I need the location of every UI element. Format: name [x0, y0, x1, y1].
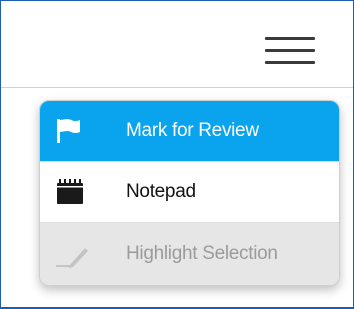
- hamburger-line: [265, 37, 315, 40]
- hamburger-line: [265, 49, 315, 52]
- menu-item-highlight-selection: Highlight Selection: [40, 222, 339, 285]
- menu-item-label: Highlight Selection: [126, 243, 278, 264]
- menu-item-label: Mark for Review: [126, 120, 259, 141]
- hamburger-line: [265, 61, 315, 64]
- flag-icon: [54, 116, 86, 146]
- hamburger-menu-icon[interactable]: [263, 35, 319, 69]
- app-frame: Mark for Review Notepad Highlight Select…: [0, 0, 354, 309]
- dropdown-menu: Mark for Review Notepad Highlight Select…: [39, 100, 340, 286]
- highlighter-icon: [54, 238, 88, 268]
- notepad-icon: [54, 177, 86, 207]
- top-toolbar: [1, 1, 353, 88]
- menu-item-label: Notepad: [126, 181, 196, 202]
- menu-item-notepad[interactable]: Notepad: [40, 161, 339, 222]
- menu-item-mark-for-review[interactable]: Mark for Review: [40, 101, 339, 161]
